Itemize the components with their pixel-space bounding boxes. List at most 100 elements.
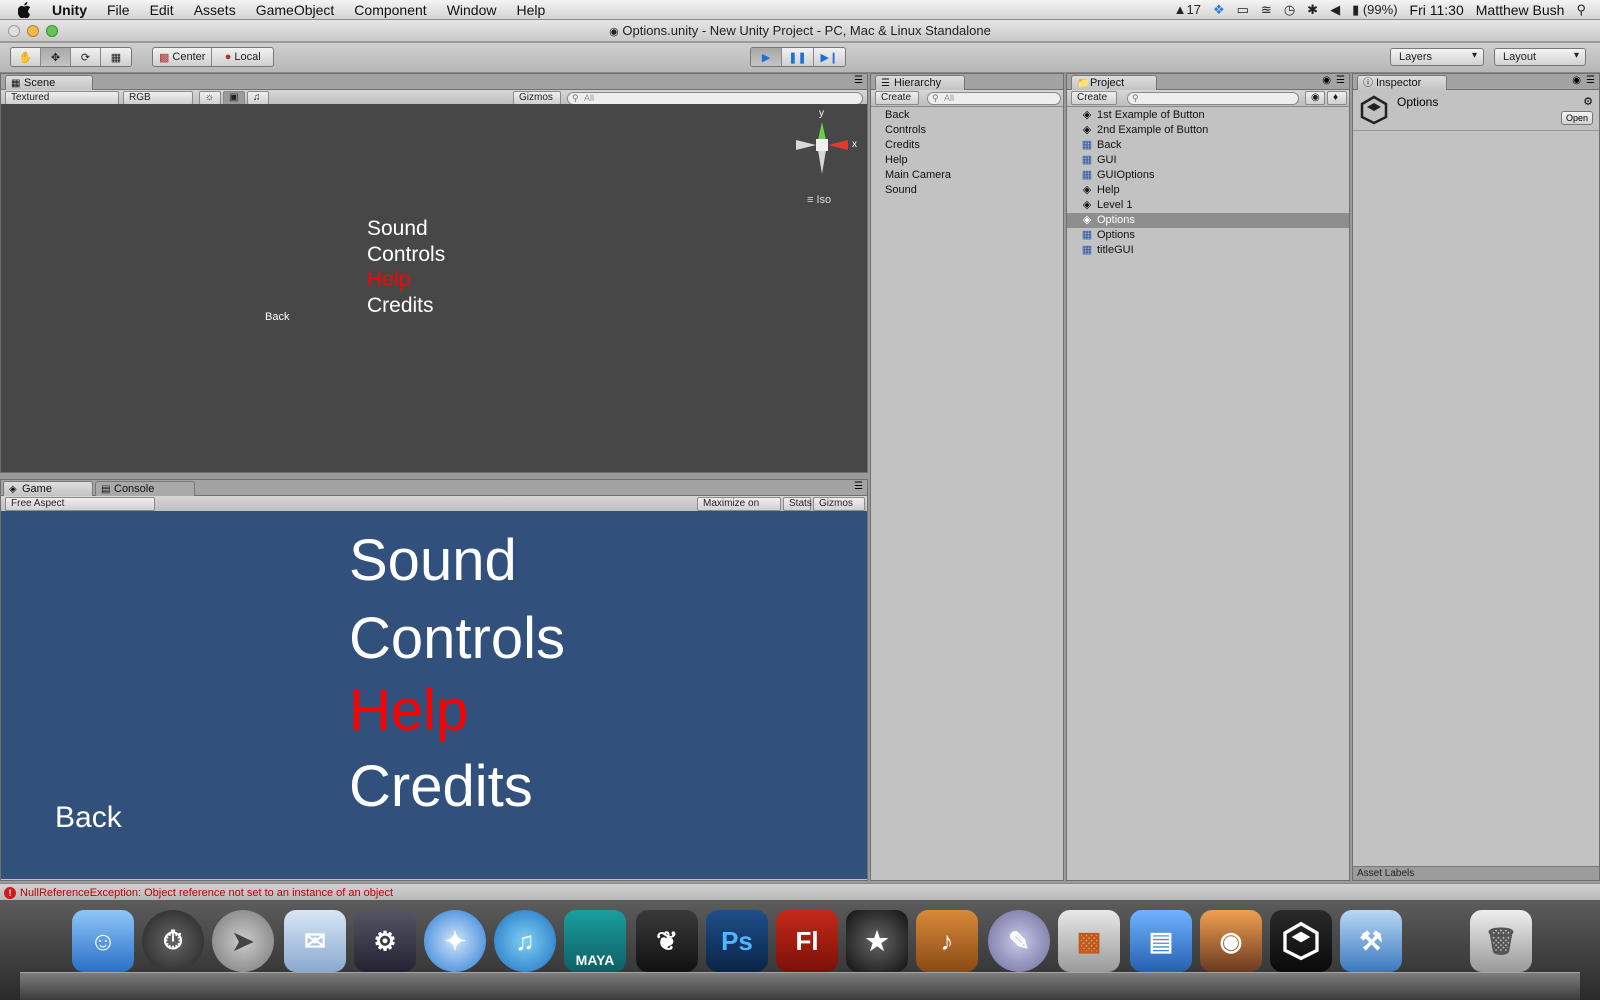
- itunes-icon[interactable]: ♫: [494, 910, 556, 972]
- play-icon[interactable]: ▶: [751, 48, 783, 66]
- filter-by-type-icon[interactable]: ◉: [1305, 91, 1325, 105]
- garageband-icon[interactable]: ♪: [916, 910, 978, 972]
- dashboard-icon[interactable]: ⏱: [142, 910, 204, 972]
- step-icon[interactable]: ▶❙: [814, 48, 845, 66]
- tab-game[interactable]: ◈ Game: [3, 481, 93, 496]
- zoom-window-icon[interactable]: [46, 25, 58, 37]
- menu-assets[interactable]: Assets: [184, 2, 246, 18]
- game-back-label[interactable]: Back: [55, 801, 122, 835]
- scene-gizmos-dropdown[interactable]: Gizmos: [513, 91, 561, 105]
- project-lock-icon[interactable]: ◉: [1322, 75, 1331, 86]
- project-item[interactable]: ◈ 2nd Example of Button: [1067, 123, 1349, 138]
- tab-project[interactable]: 📁 Project: [1071, 75, 1157, 90]
- apple-menu-icon[interactable]: [16, 1, 34, 19]
- layout-dropdown[interactable]: Layout: [1494, 48, 1586, 66]
- inspector-settings-icon[interactable]: ⚙: [1583, 95, 1593, 108]
- close-window-icon[interactable]: [8, 25, 20, 37]
- hierarchy-item-back[interactable]: Back: [871, 108, 1063, 123]
- project-item[interactable]: ▦ Options: [1067, 228, 1349, 243]
- project-item[interactable]: ◈ 1st Example of Button: [1067, 108, 1349, 123]
- project-item[interactable]: ▦ GUIOptions: [1067, 168, 1349, 183]
- scene-controls-label[interactable]: Controls: [367, 243, 445, 267]
- hierarchy-create-dropdown[interactable]: Create: [875, 91, 919, 105]
- game-panel-menu-icon[interactable]: ☰: [854, 481, 863, 492]
- move-tool-icon[interactable]: ✥: [41, 48, 71, 66]
- bluetooth-icon[interactable]: ✱: [1307, 2, 1318, 18]
- pivot-center-button[interactable]: ▩ Center: [153, 48, 213, 66]
- hierarchy-item-help[interactable]: Help: [871, 153, 1063, 168]
- pivot-local-button[interactable]: ● Local: [212, 48, 273, 66]
- hand-tool-icon[interactable]: ✋: [11, 48, 41, 66]
- scene-back-label[interactable]: Back: [265, 311, 289, 323]
- dropbox-icon[interactable]: ❖: [1213, 2, 1225, 18]
- game-controls-label[interactable]: Controls: [349, 605, 565, 672]
- inspector-lock-icon[interactable]: ◉: [1572, 75, 1581, 86]
- open-button[interactable]: Open: [1560, 111, 1593, 125]
- clock[interactable]: Fri 11:30: [1410, 2, 1464, 18]
- hierarchy-item-main-camera[interactable]: Main Camera: [871, 168, 1063, 183]
- lighting-toggle-icon[interactable]: ☼: [199, 91, 221, 105]
- photoshop-icon[interactable]: Ps: [706, 910, 768, 972]
- maya-icon[interactable]: MAYA: [564, 910, 626, 972]
- safari-icon[interactable]: ✦: [424, 910, 486, 972]
- scene-help-label[interactable]: Help: [367, 268, 410, 292]
- pause-icon[interactable]: ❚❚: [782, 48, 814, 66]
- project-item[interactable]: ▦ titleGUI: [1067, 243, 1349, 258]
- pixelmator-icon[interactable]: ❦: [636, 910, 698, 972]
- menu-component[interactable]: Component: [344, 2, 436, 18]
- xcode-icon[interactable]: ⚒: [1340, 910, 1402, 972]
- project-item-selected[interactable]: ◈ Options: [1067, 213, 1349, 228]
- panel-menu-icon[interactable]: ☰: [854, 75, 863, 86]
- project-create-dropdown[interactable]: Create: [1071, 91, 1117, 105]
- hierarchy-item-controls[interactable]: Controls: [871, 123, 1063, 138]
- wifi-icon[interactable]: ≊: [1261, 2, 1272, 18]
- script-editor-icon[interactable]: ✎: [988, 910, 1050, 972]
- asset-labels-bar[interactable]: Asset Labels: [1353, 866, 1599, 880]
- adobe-status-icon[interactable]: ▲17: [1174, 2, 1201, 17]
- layers-dropdown[interactable]: Layers: [1390, 48, 1484, 66]
- game-sound-label[interactable]: Sound: [349, 527, 517, 594]
- stats-toggle[interactable]: Stats: [783, 497, 812, 511]
- filter-by-label-icon[interactable]: ♦: [1327, 91, 1347, 105]
- scene-view[interactable]: y x ≡ Iso Sound Controls Help Credits Ba…: [1, 104, 867, 472]
- rotate-tool-icon[interactable]: ⟳: [71, 48, 101, 66]
- tab-scene[interactable]: ▦ Scene: [5, 75, 93, 90]
- game-credits-label[interactable]: Credits: [349, 753, 533, 820]
- image-capture-icon[interactable]: ◉: [1200, 910, 1262, 972]
- project-item[interactable]: ◈ Help: [1067, 183, 1349, 198]
- spotlight-icon[interactable]: ⚲: [1576, 2, 1586, 18]
- project-item[interactable]: ▦ Back: [1067, 138, 1349, 153]
- display-icon[interactable]: ▭: [1237, 2, 1249, 18]
- maximize-on-play-toggle[interactable]: Maximize on Play: [697, 497, 781, 521]
- aspect-dropdown[interactable]: Free Aspect: [5, 497, 155, 511]
- unity-dock-icon[interactable]: [1270, 910, 1332, 972]
- tab-console[interactable]: ▤ Console: [95, 481, 195, 496]
- menu-gameobject[interactable]: GameObject: [246, 2, 345, 18]
- volume-icon[interactable]: ◀: [1330, 2, 1340, 18]
- game-gizmos-dropdown[interactable]: Gizmos: [813, 497, 865, 511]
- user-name[interactable]: Matthew Bush: [1476, 2, 1565, 18]
- tab-hierarchy[interactable]: ☰ Hierarchy: [875, 75, 965, 90]
- steam-icon[interactable]: ⚙: [354, 910, 416, 972]
- tab-inspector[interactable]: ⓘ Inspector: [1357, 75, 1447, 90]
- scene-image-toggle-icon[interactable]: ▣: [223, 91, 245, 105]
- project-search-input[interactable]: ⚲: [1127, 92, 1299, 105]
- project-item[interactable]: ◈ Level 1: [1067, 198, 1349, 213]
- scene-credits-label[interactable]: Credits: [367, 294, 434, 318]
- hierarchy-item-credits[interactable]: Credits: [871, 138, 1063, 153]
- audio-toggle-icon[interactable]: ♫: [247, 91, 269, 105]
- game-view[interactable]: Sound Controls Help Credits Back: [1, 511, 867, 879]
- iso-toggle[interactable]: ≡ Iso: [807, 194, 831, 206]
- hierarchy-item-sound[interactable]: Sound: [871, 183, 1063, 198]
- project-item[interactable]: ▦ GUI: [1067, 153, 1349, 168]
- finder-icon[interactable]: ☺: [72, 910, 134, 972]
- menu-unity[interactable]: Unity: [42, 2, 97, 18]
- inspector-panel-menu-icon[interactable]: ☰: [1586, 75, 1595, 86]
- render-mode-dropdown[interactable]: Textured: [5, 91, 119, 105]
- menu-edit[interactable]: Edit: [140, 2, 184, 18]
- game-help-label[interactable]: Help: [349, 677, 468, 744]
- imovie-icon[interactable]: ★: [846, 910, 908, 972]
- numbers-icon[interactable]: ▤: [1130, 910, 1192, 972]
- battery-icon[interactable]: ▮ (99%): [1352, 2, 1397, 18]
- project-panel-menu-icon[interactable]: ☰: [1336, 75, 1345, 86]
